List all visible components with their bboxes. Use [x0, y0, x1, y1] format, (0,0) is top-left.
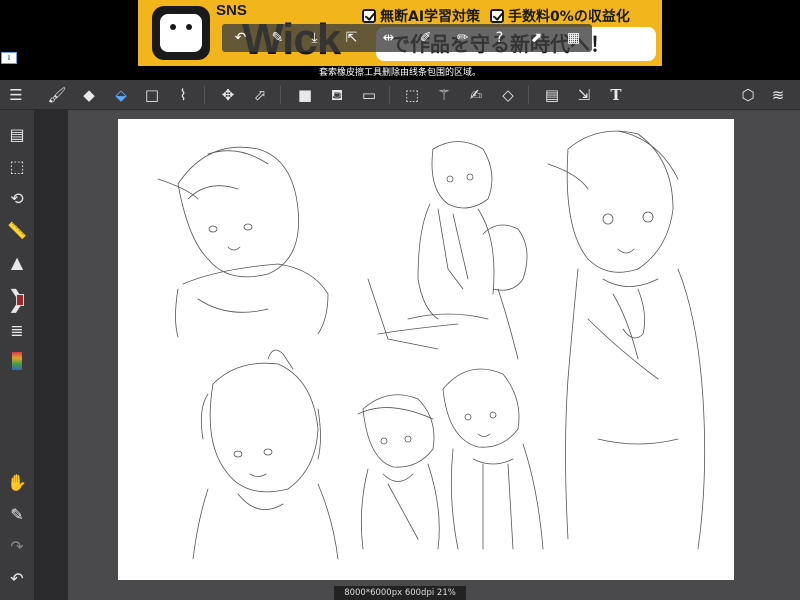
left-sidebar: ▤ ⬚ ⟲ 📏 ▲ ❯ ≣ ✋ ✎ ↷ ↶	[0, 110, 34, 600]
layout-icon[interactable]: ▤	[541, 84, 563, 106]
pen-icon[interactable]: ✎	[267, 30, 289, 46]
sketch-character-2	[367, 141, 528, 360]
help-icon[interactable]: ?	[489, 30, 511, 46]
sketch-character-1	[157, 146, 329, 338]
toolbar-divider	[389, 86, 390, 104]
tool-hint: 套索橡皮擦工具删除由线条包围的区域。	[0, 66, 800, 80]
sketch-character-3	[547, 130, 706, 550]
fill-color-icon[interactable]: ■	[294, 84, 316, 106]
sketch-drawing	[157, 130, 706, 560]
drawing-canvas[interactable]	[118, 119, 734, 580]
rect-shape-icon[interactable]: □	[141, 84, 163, 106]
eraser-icon[interactable]: ◆	[78, 84, 100, 106]
brush-icon[interactable]: 🖌	[46, 84, 68, 106]
small-app-icon[interactable]: ℹ	[1, 52, 17, 64]
lasso-eraser-icon[interactable]: ⬙	[110, 84, 132, 106]
toolbar-divider	[528, 86, 529, 104]
hand-icon[interactable]: ✋	[4, 470, 30, 496]
select-rect-icon[interactable]: ⬚	[401, 84, 423, 106]
toolbar-divider	[280, 86, 281, 104]
toolbar-divider	[204, 86, 205, 104]
sketch-character-6	[442, 368, 544, 550]
bucket-icon[interactable]: ⛾	[326, 84, 348, 106]
opacity-icon[interactable]: ≣	[4, 318, 30, 344]
ad-tag: 手数料0%の収益化	[490, 6, 630, 26]
export-icon[interactable]: ⇱	[341, 30, 363, 46]
menu-icon[interactable]: ☰	[5, 84, 27, 106]
floating-toolbar: ↶ ✎ ⤓ ⇱ ⇹ ✐ ✏ ? ⬈ ▦	[222, 24, 592, 52]
redo-icon[interactable]: ↷	[4, 534, 30, 560]
select-eraser-icon[interactable]: ◇	[497, 84, 519, 106]
undo-icon[interactable]: ↶	[230, 30, 252, 46]
brush-size-icon[interactable]: ▲	[4, 250, 30, 276]
3d-icon[interactable]: ⬡	[737, 84, 759, 106]
current-color-swatch[interactable]	[16, 294, 24, 306]
pen-off-icon[interactable]: ✐	[415, 30, 437, 46]
pages-icon[interactable]: ▤	[4, 122, 30, 148]
rotate-icon[interactable]: ⟲	[4, 186, 30, 212]
sketch-character-5	[357, 394, 440, 550]
checkbox-icon	[490, 9, 505, 23]
ad-tag: 無断AI学習対策	[362, 6, 480, 26]
line-icon[interactable]: ⌇	[172, 84, 194, 106]
select-move-icon[interactable]: ⇲	[573, 84, 595, 106]
checkbox-icon	[362, 9, 376, 23]
share-icon[interactable]: ⬈	[526, 30, 548, 46]
ruler-icon[interactable]: 📏	[4, 218, 30, 244]
main-toolbar: ☰ 🖌 ◆ ⬙ □ ⌇ ✥ ⬀ ■ ⛾ ▭ ⬚ ⚚ ✍ ◇ ▤ ⇲ T ⬡ ≋	[0, 80, 800, 110]
app-window: ℹ SNS Wick 無断AI学習対策 手数料0%の収益化 で作品を守る新時代へ…	[0, 0, 800, 600]
undo-icon[interactable]: ↶	[4, 566, 30, 592]
ad-tag-label: 手数料0%の収益化	[508, 9, 630, 25]
text-icon[interactable]: T	[605, 84, 627, 106]
gradient-icon[interactable]: ▭	[358, 84, 380, 106]
ad-tags: 無断AI学習対策 手数料0%の収益化	[362, 6, 630, 26]
selection-icon[interactable]: ⬚	[4, 154, 30, 180]
grid-icon[interactable]: ▦	[563, 30, 585, 46]
color-palette-icon[interactable]	[12, 352, 22, 370]
eyedropper-icon[interactable]: ✎	[4, 502, 30, 528]
select-pen-icon[interactable]: ✍	[465, 84, 487, 106]
move-icon[interactable]: ✥	[217, 84, 239, 106]
wick-logo-icon	[152, 6, 210, 60]
transform-icon[interactable]: ⬀	[249, 84, 271, 106]
canvas-left-gutter	[34, 110, 68, 600]
ad-tag-label: 無断AI学習対策	[380, 9, 481, 25]
layers-icon[interactable]: ≋	[767, 84, 789, 106]
magic-wand-icon[interactable]: ⚚	[433, 84, 455, 106]
sketch-character-4	[192, 349, 339, 560]
download-icon[interactable]: ⤓	[304, 30, 326, 46]
flip-icon[interactable]: ⇹	[378, 30, 400, 46]
canvas-status: 8000*6000px 600dpi 21%	[334, 586, 466, 600]
edit-icon[interactable]: ✏	[452, 30, 474, 46]
